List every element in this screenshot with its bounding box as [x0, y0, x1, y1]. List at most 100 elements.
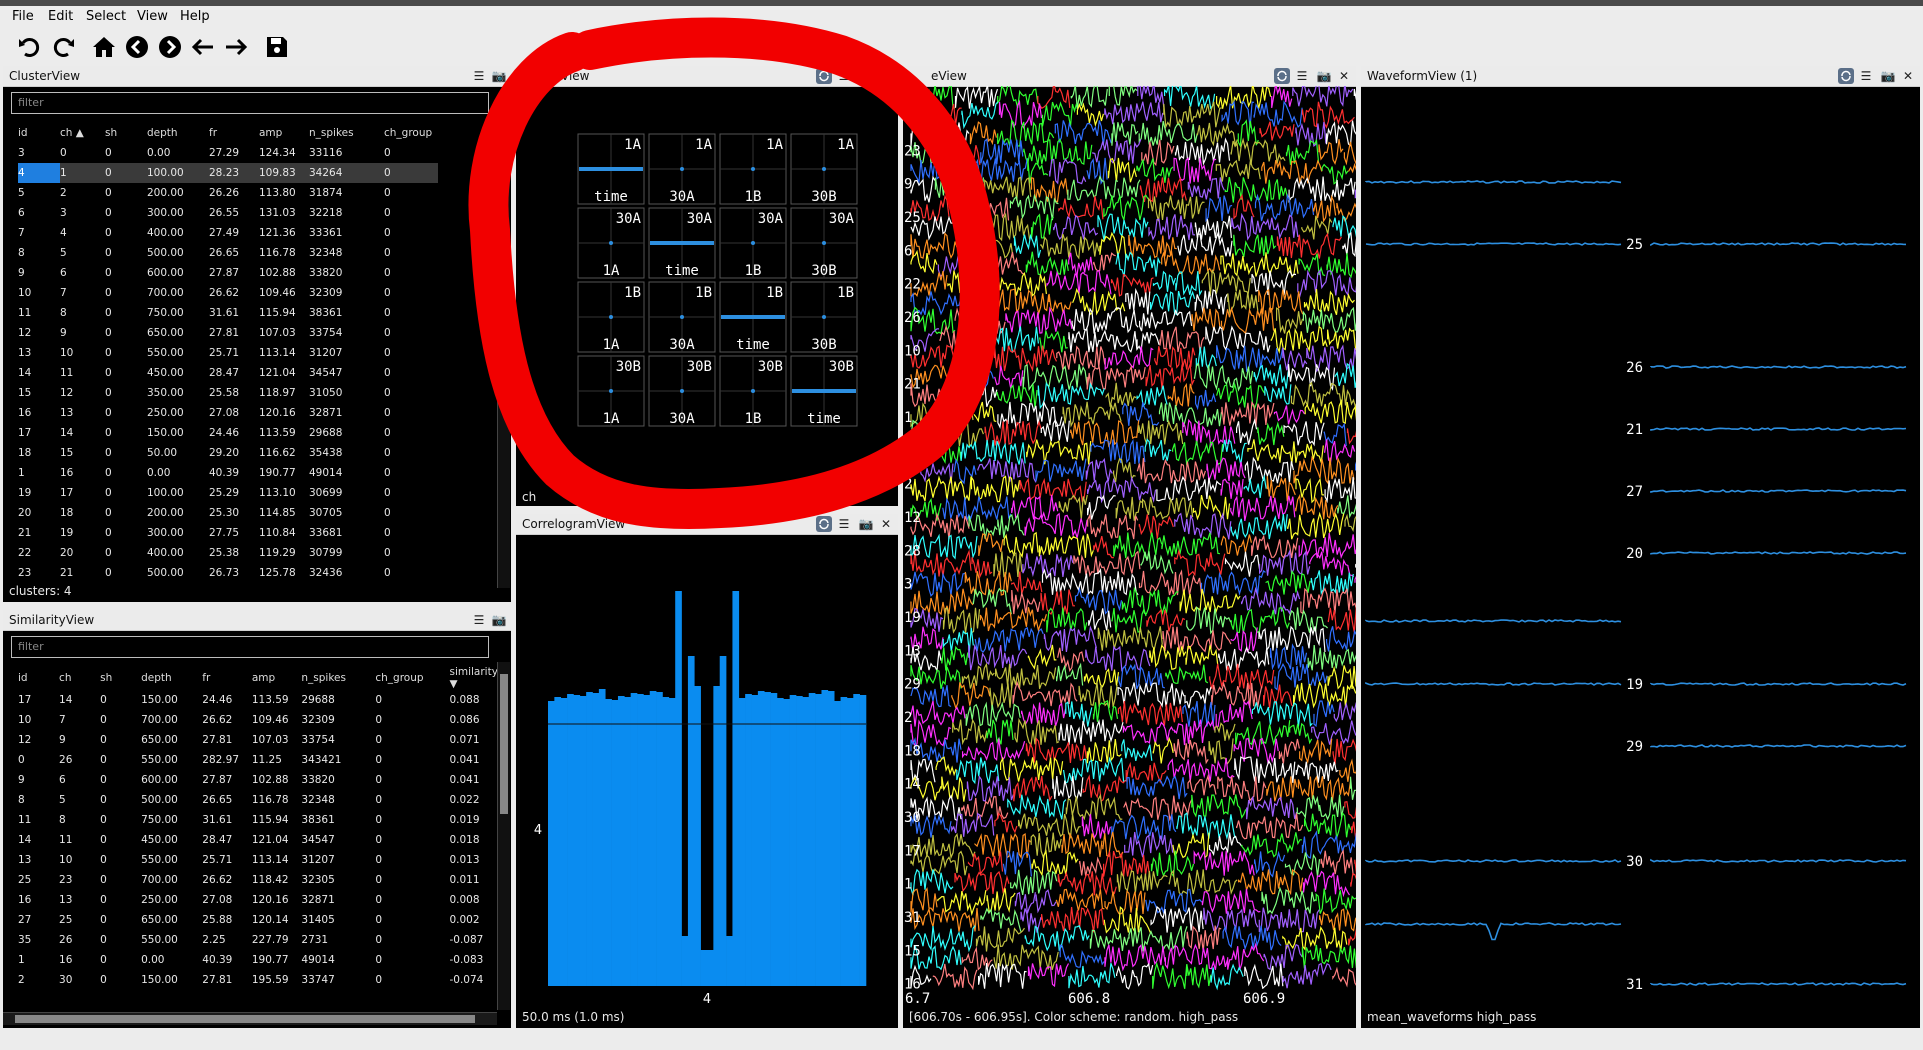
sync-icon[interactable]: [816, 68, 832, 84]
feature-subplot[interactable]: 30A 1B: [719, 207, 787, 279]
camera-icon[interactable]: 📷: [1880, 68, 1896, 84]
feature-subplot[interactable]: 1B 30B: [790, 281, 858, 353]
table-row[interactable]: 2 30 0 150.00 27.81 195.59 33747 0 -0.074: [18, 970, 498, 990]
column-header[interactable]: sh: [100, 666, 141, 690]
feature-subplot[interactable]: 30B 30A: [648, 355, 716, 427]
feature-subplot[interactable]: 1A 30A: [648, 133, 716, 205]
column-header[interactable]: ch ▲: [60, 123, 105, 143]
column-header[interactable]: fr: [209, 123, 259, 143]
column-header[interactable]: sh: [105, 123, 147, 143]
column-header[interactable]: fr: [202, 666, 252, 690]
table-row[interactable]: 15 12 0 350.00 25.58 118.97 31050 0: [18, 383, 438, 403]
cluster-filter-input[interactable]: filter: [11, 92, 489, 114]
similarity-table-scrollbar[interactable]: [497, 662, 510, 1010]
menu-select[interactable]: Select: [86, 9, 126, 24]
column-header[interactable]: id: [18, 123, 60, 143]
scrollbar-thumb[interactable]: [500, 674, 508, 814]
table-row[interactable]: 8 5 0 500.00 26.65 116.78 32348 0: [18, 243, 438, 263]
table-row[interactable]: 4 1 0 100.00 28.23 109.83 34264 0: [18, 163, 438, 183]
table-row[interactable]: 7 4 0 400.00 27.49 121.36 33361 0: [18, 223, 438, 243]
table-row[interactable]: 20 18 0 200.00 25.30 114.85 30705 0: [18, 503, 438, 523]
close-icon[interactable]: ✕: [1900, 68, 1916, 84]
close-icon[interactable]: ✕: [878, 516, 894, 532]
similarity-filter-input[interactable]: filter: [11, 636, 489, 658]
feature-subplot[interactable]: 30A 30B: [790, 207, 858, 279]
table-row[interactable]: 12 9 0 650.00 27.81 107.03 33754 0: [18, 323, 438, 343]
column-header[interactable]: amp: [252, 666, 302, 690]
table-row[interactable]: 35 26 0 550.00 2.25 227.79 2731 0 -0.087: [18, 930, 498, 950]
table-row[interactable]: 9 6 0 600.00 27.87 102.88 33820 0 0.041: [18, 770, 498, 790]
camera-icon[interactable]: 📷: [858, 68, 874, 84]
sync-icon[interactable]: [816, 516, 832, 532]
table-row[interactable]: 11 8 0 750.00 31.61 115.94 38361 0 0.019: [18, 810, 498, 830]
similarity-hscrollbar[interactable]: [3, 1012, 497, 1025]
table-row[interactable]: 0 26 0 550.00 282.97 11.25 343421 0 0.041: [18, 750, 498, 770]
column-header[interactable]: ch_group: [384, 123, 438, 143]
feature-subplot[interactable]: 1B 1A: [577, 281, 645, 353]
table-row[interactable]: 13 10 0 550.00 25.71 113.14 31207 0: [18, 343, 438, 363]
feature-subplot[interactable]: 1B time: [719, 281, 787, 353]
hscrollbar-thumb[interactable]: [15, 1015, 475, 1023]
feature-subplot[interactable]: 30B 1A: [577, 355, 645, 427]
column-header[interactable]: ch_group: [375, 666, 449, 690]
close-icon[interactable]: ✕: [1336, 68, 1352, 84]
menu-icon[interactable]: ☰: [471, 68, 487, 84]
undo-icon[interactable]: [16, 33, 44, 61]
feature-subplot[interactable]: 1A time: [577, 133, 645, 205]
menu-icon[interactable]: ☰: [471, 612, 487, 628]
column-header[interactable]: depth: [141, 666, 202, 690]
column-header[interactable]: id: [18, 666, 59, 690]
feature-grid[interactable]: 1Atime1A30A1A1B1A30B30A1A30Atime30A1B30A…: [516, 86, 898, 506]
menu-icon[interactable]: ☰: [1858, 68, 1874, 84]
table-row[interactable]: 3 0 0 0.00 27.29 124.34 33116 0: [18, 143, 438, 163]
menu-help[interactable]: Help: [180, 9, 210, 24]
camera-icon[interactable]: 📷: [1316, 68, 1332, 84]
table-row[interactable]: 9 6 0 600.00 27.87 102.88 33820 0: [18, 263, 438, 283]
feature-subplot[interactable]: 30B 1B: [719, 355, 787, 427]
feature-subplot[interactable]: 30B time: [790, 355, 858, 427]
correlogram-plot[interactable]: 44: [516, 534, 898, 1004]
feature-subplot[interactable]: 1B 30A: [648, 281, 716, 353]
table-row[interactable]: 11 8 0 750.00 31.61 115.94 38361 0: [18, 303, 438, 323]
table-row[interactable]: 13 10 0 550.00 25.71 113.14 31207 0 0.013: [18, 850, 498, 870]
save-icon[interactable]: [263, 33, 291, 61]
menu-edit[interactable]: Edit: [48, 9, 73, 24]
menu-file[interactable]: File: [12, 9, 34, 24]
waveform-plot[interactable]: 25262127201929303116: [1361, 86, 1920, 1008]
table-row[interactable]: 6 3 0 300.00 26.55 131.03 32218 0: [18, 203, 438, 223]
menu-view[interactable]: View: [137, 9, 168, 24]
table-row[interactable]: 18 15 0 50.00 29.20 116.62 35438 0: [18, 443, 438, 463]
sync-icon[interactable]: [1838, 68, 1854, 84]
sync-icon[interactable]: [1274, 68, 1290, 84]
back-circle-icon[interactable]: [123, 33, 151, 61]
trace-plot[interactable]: 7 23 9 25 6 22 26 10 21 1 20 2 12 28 3 19 13 29 2 18 14 30 17 1…: [903, 86, 1356, 1008]
feature-subplot[interactable]: 1A 30B: [790, 133, 858, 205]
table-row[interactable]: 27 25 0 650.00 25.88 120.14 31405 0 0.002: [18, 910, 498, 930]
column-header[interactable]: similarity ▼: [449, 666, 498, 690]
feature-subplot[interactable]: 30A 1A: [577, 207, 645, 279]
column-header[interactable]: amp: [259, 123, 309, 143]
table-row[interactable]: 1 16 0 0.00 40.39 190.77 49014 0: [18, 463, 438, 483]
feature-subplot[interactable]: 30A time: [648, 207, 716, 279]
arrow-left-icon[interactable]: [189, 33, 217, 61]
table-row[interactable]: 10 7 0 700.00 26.62 109.46 32309 0: [18, 283, 438, 303]
column-header[interactable]: ch: [59, 666, 100, 690]
table-row[interactable]: 14 11 0 450.00 28.47 121.04 34547 0 0.018: [18, 830, 498, 850]
table-row[interactable]: 1 16 0 0.00 40.39 190.77 49014 0 -0.083: [18, 950, 498, 970]
table-row[interactable]: 22 20 0 400.00 25.38 119.29 30799 0: [18, 543, 438, 563]
table-row[interactable]: 8 5 0 500.00 26.65 116.78 32348 0 0.022: [18, 790, 498, 810]
table-row[interactable]: 25 23 0 700.00 26.62 118.42 32305 0 0.011: [18, 870, 498, 890]
table-row[interactable]: 12 9 0 650.00 27.81 107.03 33754 0 0.071: [18, 730, 498, 750]
table-row[interactable]: 21 19 0 300.00 27.75 110.84 33681 0: [18, 523, 438, 543]
table-row[interactable]: 19 17 0 100.00 25.29 113.10 30699 0: [18, 483, 438, 503]
table-row[interactable]: 17 14 0 150.00 24.46 113.59 29688 0: [18, 423, 438, 443]
table-row[interactable]: 16 13 0 250.00 27.08 120.16 32871 0: [18, 403, 438, 423]
menu-icon[interactable]: ☰: [836, 68, 852, 84]
camera-icon[interactable]: 📷: [491, 68, 507, 84]
camera-icon[interactable]: 📷: [858, 516, 874, 532]
table-row[interactable]: 23 21 0 500.00 26.73 125.78 32436 0: [18, 563, 438, 583]
column-header[interactable]: n_spikes: [301, 666, 375, 690]
forward-circle-icon[interactable]: [156, 33, 184, 61]
redo-icon[interactable]: [49, 33, 77, 61]
column-header[interactable]: depth: [147, 123, 209, 143]
